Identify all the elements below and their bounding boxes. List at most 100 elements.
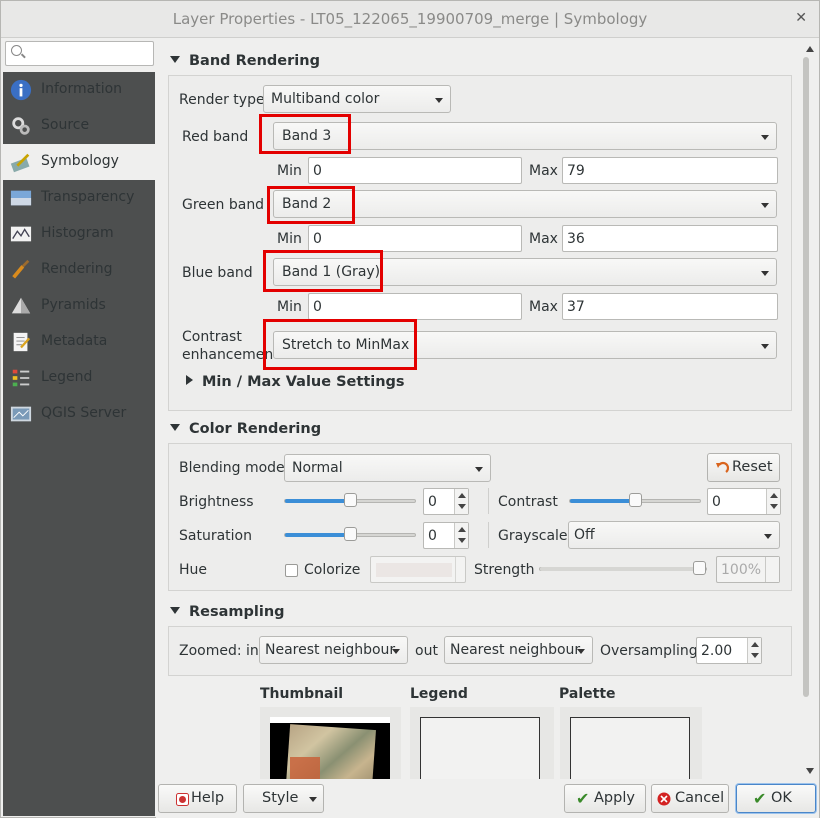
grayscale-label: Grayscale: [498, 528, 568, 544]
brightness-label: Brightness: [179, 494, 254, 510]
sidebar-item-label: Transparency: [41, 189, 135, 205]
color-swatch: [376, 563, 452, 577]
layer-properties-window: Layer Properties - LT05_122065_19900709_…: [0, 0, 820, 818]
spin-up-icon: [458, 527, 466, 532]
expand-icon: [186, 375, 193, 385]
collapse-icon: [170, 606, 180, 614]
chevron-down-icon: [761, 135, 769, 140]
contrast-slider[interactable]: [569, 493, 701, 507]
slider-handle[interactable]: [629, 493, 642, 507]
contrast-enhancement-label: Contrast: [182, 329, 242, 345]
red-min-label: Min: [277, 163, 302, 179]
sidebar-item-label: Rendering: [41, 261, 113, 277]
render-type-select[interactable]: Multiband color: [263, 85, 451, 113]
zoomed-out-label: out: [415, 643, 438, 659]
legend-icon: [12, 369, 30, 387]
sidebar-item-label: QGIS Server: [41, 405, 127, 421]
sidebar-item-qgis-server[interactable]: QGIS Server: [3, 396, 155, 432]
sidebar-item-histogram[interactable]: Histogram: [3, 216, 155, 252]
sidebar-item-symbology[interactable]: Symbology: [3, 144, 155, 180]
highlight-box: [267, 186, 355, 224]
slider-handle[interactable]: [344, 527, 357, 541]
apply-button[interactable]: ✔ Apply: [564, 784, 646, 813]
sidebar-item-information[interactable]: Information: [3, 72, 155, 108]
transparency-icon: [10, 190, 32, 206]
oversampling-spinbox[interactable]: 2.00: [696, 637, 762, 664]
strength-slider[interactable]: [539, 561, 707, 575]
help-icon: [176, 793, 189, 806]
collapse-icon: [170, 423, 180, 431]
legend-frame: [410, 707, 554, 779]
blue-max-input[interactable]: 37: [562, 293, 778, 320]
color-rendering-header[interactable]: Color Rendering: [170, 421, 321, 437]
highlight-box: [263, 250, 383, 292]
slider-fill: [285, 533, 350, 537]
red-band-label: Red band: [182, 129, 249, 145]
band-rendering-header[interactable]: Band Rendering: [170, 53, 320, 69]
minmax-settings-toggle[interactable]: Min / Max Value Settings: [186, 374, 405, 390]
brightness-spinbox[interactable]: 0: [423, 488, 469, 515]
search-input[interactable]: [5, 41, 154, 66]
slider-fill: [540, 567, 699, 571]
red-min-input[interactable]: 0: [308, 157, 522, 184]
title-bar: Layer Properties - LT05_122065_19900709_…: [1, 1, 819, 38]
render-type-label: Render type: [179, 92, 265, 108]
chevron-down-icon: [761, 203, 769, 208]
cancel-button[interactable]: Cancel: [651, 784, 729, 813]
vertical-scrollbar[interactable]: [801, 39, 819, 779]
green-max-input[interactable]: 36: [562, 225, 778, 252]
help-button[interactable]: Help: [158, 784, 237, 813]
zoomed-in-select[interactable]: Nearest neighbour: [259, 636, 408, 664]
chevron-down-icon: [577, 649, 585, 654]
slider-handle[interactable]: [344, 493, 357, 507]
green-min-input[interactable]: 0: [308, 225, 522, 252]
sidebar-item-legend[interactable]: Legend: [3, 360, 155, 396]
reset-button[interactable]: Reset: [707, 453, 780, 482]
sidebar-item-rendering[interactable]: Rendering: [3, 252, 155, 288]
sidebar-item-label: Symbology: [41, 153, 119, 169]
close-icon[interactable]: ✕: [795, 10, 807, 26]
blue-min-input[interactable]: 0: [308, 293, 522, 320]
window-title: Layer Properties - LT05_122065_19900709_…: [172, 10, 648, 28]
green-max-label: Max: [529, 231, 558, 247]
sidebar-item-metadata[interactable]: Metadata: [3, 324, 155, 360]
green-band-label: Green band: [182, 197, 265, 213]
chevron-down-icon: [392, 649, 400, 654]
sidebar-item-source[interactable]: Source: [3, 108, 155, 144]
sidebar-item-label: Histogram: [41, 225, 114, 241]
blending-mode-label: Blending mode: [179, 460, 285, 476]
ok-button[interactable]: ✔ OK: [736, 784, 816, 813]
blue-band-label: Blue band: [182, 265, 253, 281]
spin-down-icon: [770, 504, 778, 509]
spin-up-icon: [458, 493, 466, 498]
divider: [488, 522, 489, 548]
saturation-spinbox[interactable]: 0: [423, 522, 469, 549]
slider-fill: [570, 499, 635, 503]
colorize-color-button[interactable]: [370, 556, 466, 583]
sidebar-item-label: Pyramids: [41, 297, 106, 313]
contrast-spinbox[interactable]: 0: [707, 488, 781, 515]
colorize-checkbox[interactable]: [285, 564, 298, 577]
grayscale-select[interactable]: Off: [568, 521, 780, 549]
chevron-down-icon: [764, 534, 772, 539]
slider-handle[interactable]: [693, 561, 706, 575]
sidebar-item-pyramids[interactable]: Pyramids: [3, 288, 155, 324]
sidebar-item-transparency[interactable]: Transparency: [3, 180, 155, 216]
contrast-label: Contrast: [498, 494, 558, 510]
thumbnail-label: Thumbnail: [260, 686, 344, 702]
style-button[interactable]: Style: [243, 784, 324, 813]
scroll-up-icon: [806, 46, 814, 52]
zoomed-out-select[interactable]: Nearest neighbour: [444, 636, 593, 664]
palette-frame: [560, 707, 702, 779]
resampling-header[interactable]: Resampling: [170, 604, 285, 620]
strength-spinbox[interactable]: 100%: [716, 556, 780, 583]
pyramids-icon: [11, 297, 31, 314]
saturation-slider[interactable]: [284, 527, 416, 541]
highlight-box: [259, 114, 351, 154]
blending-mode-select[interactable]: Normal: [284, 454, 491, 482]
divider: [488, 488, 489, 514]
sidebar-item-label: Information: [41, 81, 123, 97]
red-max-input[interactable]: 79: [562, 157, 778, 184]
spin-down-icon: [458, 504, 466, 509]
brightness-slider[interactable]: [284, 493, 416, 507]
